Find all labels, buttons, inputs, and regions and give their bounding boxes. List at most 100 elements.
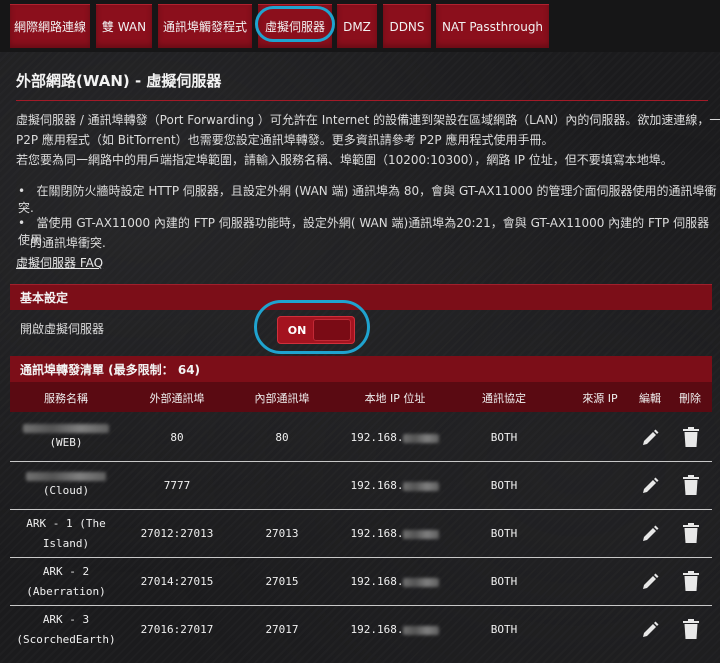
pencil-icon[interactable] — [640, 572, 660, 595]
trash-icon[interactable] — [681, 570, 701, 595]
table-row: (Cloud) 7777 192.168. BOTH — [10, 462, 712, 510]
note-text: 在關閉防火牆時設定 HTTP 伺服器，且設定外網 (WAN 端) 通訊埠為 80… — [18, 184, 717, 215]
trash-icon[interactable] — [681, 522, 701, 547]
port-forward-list-title: 通訊埠轉發清單 (最多限制： 64) — [10, 356, 712, 382]
internal-port-cell — [232, 462, 332, 510]
service-name-line2: (Aberration) — [26, 585, 106, 598]
trash-icon[interactable] — [681, 618, 701, 643]
note-text: 當使用 GT-AX11000 內建的 FTP 伺服器功能時，設定外網( WAN … — [18, 216, 710, 247]
service-name-line1: ARK - 3 — [42, 613, 90, 626]
protocol-cell: BOTH — [490, 479, 518, 492]
tab-label: 網際網路連線 — [13, 20, 86, 34]
external-port-cell: 27012:27013 — [140, 527, 214, 540]
tab-nat-passthrough[interactable]: NAT Passthrough — [436, 4, 549, 48]
pencil-icon[interactable] — [640, 524, 660, 547]
internal-port-cell: 80 — [275, 431, 289, 444]
description-line: 若您要為同一網路中的用戶端指定埠範圍，請輸入服務名稱、埠範圍（10200:103… — [16, 153, 673, 167]
col-header-service-name: 服務名稱 — [44, 392, 88, 405]
tab-dmz[interactable]: DMZ — [337, 4, 377, 48]
redacted-ip — [403, 433, 440, 443]
table-row: ARK - 3 (ScorchedEarth) 27016:27017 2701… — [10, 606, 712, 654]
col-header-internal-port: 內部通訊埠 — [254, 392, 310, 405]
tab-highlight-circle — [255, 6, 335, 42]
toggle-highlight-circle — [254, 300, 370, 354]
col-header-local-ip: 本地 IP 位址 — [364, 392, 426, 405]
redacted-name — [23, 423, 109, 433]
internal-port-cell: 27015 — [265, 575, 299, 588]
note-item: • 當使用 GT-AX11000 內建的 FTP 伺服器功能時，設定外網( WA… — [18, 214, 720, 248]
local-ip-cell: 192.168. — [332, 606, 458, 654]
source-ip-cell — [550, 606, 650, 654]
local-ip-cell: 192.168. — [332, 462, 458, 510]
external-port-cell: 27014:27015 — [140, 575, 214, 588]
protocol-cell: BOTH — [490, 623, 518, 636]
tab-ddns[interactable]: DDNS — [383, 4, 431, 48]
tab-label: DMZ — [343, 19, 371, 34]
tab-label: 通訊埠觸發程式 — [162, 20, 247, 34]
tab-label: 雙 WAN — [101, 20, 147, 34]
table-row: ARK - 1 (The Island) 27012:27013 27013 1… — [10, 510, 712, 558]
col-header-delete: 刪除 — [679, 392, 701, 405]
ip-prefix: 192.168. — [350, 431, 404, 444]
service-name-line1: ARK - 1 (The — [26, 517, 106, 530]
tab-dual-wan[interactable]: 雙 WAN — [96, 4, 152, 48]
title-divider — [16, 100, 708, 101]
service-name-cell: ARK - 3 (ScorchedEarth) — [10, 606, 122, 654]
col-header-external-port: 外部通訊埠 — [149, 392, 205, 405]
ip-prefix: 192.168. — [350, 575, 404, 588]
ip-prefix: 192.168. — [350, 527, 404, 540]
pencil-icon[interactable] — [640, 428, 660, 451]
faq-link[interactable]: 虛擬伺服器 FAQ — [16, 254, 103, 271]
internal-port-cell: 27017 — [265, 623, 299, 636]
tab-label: NAT Passthrough — [441, 19, 544, 34]
protocol-cell: BOTH — [490, 431, 518, 444]
service-name-cell: (Cloud) — [10, 462, 122, 510]
trash-icon[interactable] — [681, 474, 701, 499]
col-header-edit: 編輯 — [639, 392, 661, 405]
tab-internet-connection[interactable]: 網際網路連線 — [10, 4, 90, 48]
trash-icon[interactable] — [681, 426, 701, 451]
service-name-line2: (WEB) — [49, 435, 83, 449]
redacted-ip — [403, 577, 440, 587]
tab-bar: 網際網路連線 雙 WAN 通訊埠觸發程式 虛擬伺服器 DMZ DDNS NAT … — [0, 0, 720, 52]
note-text-continued: 的通訊埠衝突. — [30, 236, 106, 250]
external-port-cell: 80 — [170, 431, 184, 444]
source-ip-cell — [550, 414, 650, 462]
internal-port-cell: 27013 — [265, 527, 299, 540]
tab-port-trigger[interactable]: 通訊埠觸發程式 — [158, 4, 252, 48]
col-header-protocol: 通訊協定 — [482, 392, 526, 405]
bullet-dot: • — [18, 216, 37, 230]
table-row: ARK - 2 (Aberration) 27014:27015 27015 1… — [10, 558, 712, 606]
service-name-line1: ARK - 2 — [42, 565, 90, 578]
service-name-cell: ARK - 1 (The Island) — [10, 510, 122, 558]
tab-label: DDNS — [389, 19, 425, 34]
redacted-ip — [403, 625, 440, 635]
service-name-line2: (ScorchedEarth) — [16, 633, 116, 646]
redacted-name — [26, 471, 106, 481]
local-ip-cell: 192.168. — [332, 414, 458, 462]
note-item: • 在關閉防火牆時設定 HTTP 伺服器，且設定外網 (WAN 端) 通訊埠為 … — [18, 182, 720, 216]
table-header-row: 服務名稱 外部通訊埠 內部通訊埠 本地 IP 位址 通訊協定 來源 IP 編輯 … — [10, 382, 712, 412]
external-port-cell: 7777 — [163, 479, 191, 492]
redacted-ip — [403, 529, 440, 539]
bullet-dot: • — [18, 184, 37, 198]
redacted-ip — [403, 481, 440, 491]
protocol-cell: BOTH — [490, 527, 518, 540]
source-ip-cell — [550, 558, 650, 606]
enable-virtual-server-label: 開啟虛擬伺服器 — [20, 322, 105, 336]
source-ip-cell — [550, 462, 650, 510]
protocol-cell: BOTH — [490, 575, 518, 588]
service-name-cell: (WEB) — [10, 414, 122, 462]
local-ip-cell: 192.168. — [332, 558, 458, 606]
service-name-cell: ARK - 2 (Aberration) — [10, 558, 122, 606]
page-title: 外部網路(WAN) - 虛擬伺服器 — [16, 72, 222, 90]
ip-prefix: 192.168. — [350, 479, 404, 492]
pencil-icon[interactable] — [640, 620, 660, 643]
description-line: 虛擬伺服器 / 通訊埠轉發（Port Forwarding ）可允許在 Inte… — [16, 113, 720, 127]
local-ip-cell: 192.168. — [332, 510, 458, 558]
external-port-cell: 27016:27017 — [140, 623, 214, 636]
pencil-icon[interactable] — [640, 476, 660, 499]
description-line: P2P 應用程式（如 BitTorrent）也需要您設定通訊埠轉發。更多資訊請參… — [16, 133, 554, 147]
service-name-line2: Island) — [42, 537, 90, 550]
service-name-line2: (Cloud) — [42, 483, 90, 497]
